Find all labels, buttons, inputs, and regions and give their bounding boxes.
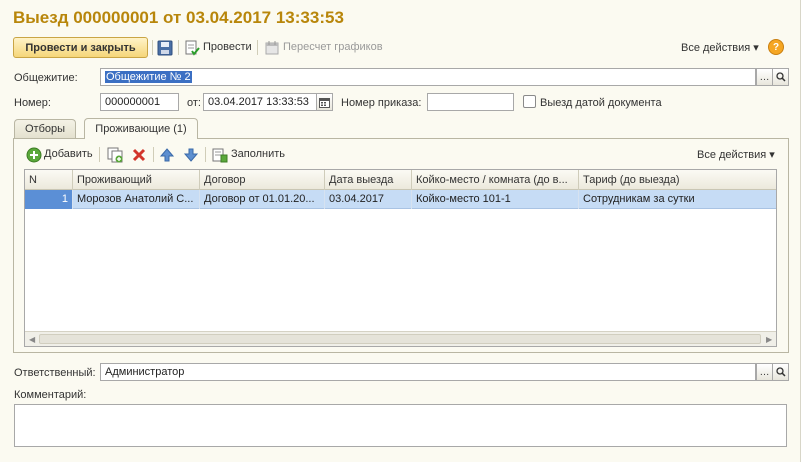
window-edge <box>800 0 808 462</box>
all-actions-menu[interactable]: Все действия ▾ <box>681 41 759 54</box>
fill-icon <box>212 147 228 163</box>
responsible-select-button[interactable]: … <box>756 363 773 381</box>
column-header-n[interactable]: N <box>25 170 73 190</box>
date-field[interactable]: 03.04.2017 13:33:53 <box>203 93 317 111</box>
toolbar-divider <box>153 147 154 162</box>
grid-all-actions-menu[interactable]: Все действия ▾ <box>697 148 775 161</box>
dropdown-arrow-icon: ▾ <box>769 149 775 161</box>
number-label: Номер: <box>14 97 51 109</box>
toolbar-divider <box>99 147 100 162</box>
calendar-icon[interactable] <box>316 93 333 111</box>
post-icon[interactable] <box>184 40 200 56</box>
responsible-label: Ответственный: <box>14 367 96 379</box>
checkout-by-doc-date-label: Выезд датой документа <box>540 97 662 109</box>
cell-checkout-date: 03.04.2017 <box>325 190 412 209</box>
horizontal-scrollbar[interactable]: ◀ ▶ <box>25 331 776 346</box>
add-button[interactable]: Добавить <box>44 148 93 160</box>
column-header-resident[interactable]: Проживающий <box>73 170 200 190</box>
add-icon <box>26 147 42 163</box>
cell-bed-room: Койко-место 101-1 <box>412 190 579 209</box>
toolbar-divider <box>257 40 258 55</box>
dormitory-select-button[interactable]: … <box>756 68 773 86</box>
tab-residents[interactable]: Проживающие (1) <box>84 118 198 139</box>
search-icon[interactable] <box>772 363 789 381</box>
window-title: Выезд 000000001 от 03.04.2017 13:33:53 <box>13 8 344 27</box>
scrollbar-thumb[interactable] <box>39 334 761 344</box>
column-header-checkout-date[interactable]: Дата выезда <box>325 170 412 190</box>
toolbar-divider <box>152 40 153 55</box>
move-down-icon[interactable] <box>183 147 199 163</box>
table-header: N Проживающий Договор Дата выезда Койко-… <box>25 170 776 190</box>
column-header-bed-room[interactable]: Койко-место / комната (до в... <box>412 170 579 190</box>
dormitory-field[interactable]: Общежитие № 2 <box>100 68 756 86</box>
delete-icon[interactable] <box>131 147 147 163</box>
responsible-field[interactable]: Администратор <box>100 363 756 381</box>
order-number-field[interactable] <box>427 93 514 111</box>
column-header-contract[interactable]: Договор <box>200 170 325 190</box>
save-icon[interactable] <box>157 40 173 56</box>
table-row[interactable]: 1 Морозов Анатолий С... Договор от 01.01… <box>25 190 776 209</box>
post-and-close-button[interactable]: Провести и закрыть <box>13 37 148 58</box>
move-up-icon[interactable] <box>159 147 175 163</box>
cell-tariff: Сотрудникам за сутки <box>583 193 695 205</box>
dormitory-value: Общежитие № 2 <box>105 71 192 83</box>
recalc-schedule-icon <box>264 40 280 56</box>
cell-resident: Морозов Анатолий С... <box>73 190 200 209</box>
scroll-left-icon[interactable]: ◀ <box>29 335 35 344</box>
checkout-by-doc-date-checkbox[interactable] <box>523 95 536 108</box>
fill-button[interactable]: Заполнить <box>231 148 285 160</box>
number-field[interactable]: 000000001 <box>100 93 179 111</box>
grid-all-actions-label: Все действия <box>697 149 767 161</box>
post-button[interactable]: Провести <box>203 41 252 53</box>
toolbar-divider <box>205 147 206 162</box>
column-header-tariff[interactable]: Тариф (до выезда) <box>579 170 776 190</box>
search-icon[interactable] <box>772 68 789 86</box>
all-actions-label: Все действия <box>681 42 751 54</box>
comment-field[interactable] <box>14 404 787 447</box>
cell-contract: Договор от 01.01.20... <box>200 190 325 209</box>
help-icon[interactable]: ? <box>768 39 784 55</box>
tab-filters[interactable]: Отборы <box>14 119 76 138</box>
comment-label: Комментарий: <box>14 389 87 401</box>
residents-table[interactable]: N Проживающий Договор Дата выезда Койко-… <box>24 169 777 347</box>
cell-n: 1 <box>25 190 73 209</box>
copy-icon[interactable] <box>107 147 123 163</box>
toolbar-divider <box>178 40 179 55</box>
dropdown-arrow-icon: ▾ <box>753 42 759 54</box>
recalc-schedule-button[interactable]: Пересчет графиков <box>283 41 383 53</box>
order-number-label: Номер приказа: <box>341 97 422 109</box>
scroll-right-icon[interactable]: ▶ <box>766 335 772 344</box>
date-label: от: <box>187 97 201 109</box>
dormitory-label: Общежитие: <box>14 72 78 84</box>
